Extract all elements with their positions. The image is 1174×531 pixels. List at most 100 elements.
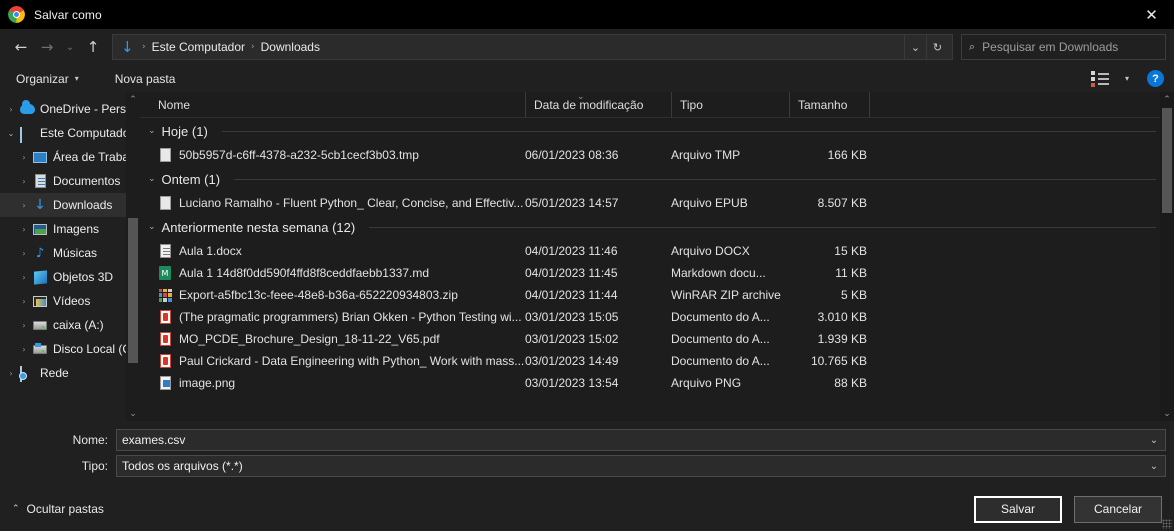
file-size: 166 KB [827,148,867,162]
file-size: 10.765 KB [810,354,867,368]
back-button[interactable]: ← [8,34,34,60]
file-list-scrollbar[interactable]: ⌃ ⌄ [1160,92,1174,421]
sidebar-item-objetos-3d[interactable]: › Objetos 3D [0,265,140,289]
chrome-logo-icon [8,6,25,23]
sidebar-item-este-computador[interactable]: ⌄ Este Computador [0,121,140,145]
forward-button[interactable]: → [34,34,60,60]
expander-icon[interactable]: › [17,225,31,234]
file-name-cell: MO_PCDE_Brochure_Design_18-11-22_V65.pdf [140,331,525,347]
hide-folders-label: Ocultar pastas [26,502,104,516]
file-type: Markdown docu... [671,266,766,280]
table-row[interactable]: Aula 1.docx 04/01/2023 11:46 Arquivo DOCX 1… [140,240,1174,262]
file-list-scrollbar-thumb[interactable] [1162,108,1172,213]
table-row[interactable]: image.png 03/01/2023 13:54 Arquivo PNG 88 K… [140,372,1174,394]
file-type: Documento do A... [671,310,770,324]
filetype-select[interactable]: Todos os arquivos (*.*) ⌄ [116,455,1166,477]
expander-icon[interactable]: › [17,177,31,186]
epub-file-icon [158,195,172,211]
chevron-down-icon[interactable]: ⌄ [1143,435,1165,446]
column-header-type[interactable]: Tipo [671,91,789,118]
scroll-up-icon[interactable]: ⌃ [1160,92,1174,107]
tmp-file-icon [158,147,172,163]
column-header-size[interactable]: Tamanho [789,91,869,118]
sidebar-scrollbar[interactable]: ⌃ ⌄ [126,92,140,421]
scroll-down-icon[interactable]: ⌄ [126,406,140,421]
chevron-down-icon[interactable]: ⌄ [148,126,156,136]
file-size: 8.507 KB [817,196,867,210]
expander-icon[interactable]: › [17,297,31,306]
column-header-date[interactable]: Data de modificação [525,91,671,118]
png-file-icon [158,375,172,391]
help-button[interactable]: ? [1147,70,1164,87]
sidebar-item-m-sicas[interactable]: › ♪ Músicas [0,241,140,265]
expander-icon[interactable]: › [4,105,18,114]
table-row[interactable]: Luciano Ramalho - Fluent Python_ Clear, … [140,192,1174,214]
pictures-icon [31,223,49,235]
sidebar-item-downloads[interactable]: › ↓ Downloads [0,193,140,217]
expander-icon[interactable]: › [4,369,18,378]
expander-icon[interactable]: › [17,321,31,330]
docx-file-icon [158,243,172,259]
group-header[interactable]: ⌄ Hoje (1) [140,118,1174,144]
view-mode-icon[interactable] [1087,69,1113,89]
file-date: 03/01/2023 14:49 [525,354,619,368]
sidebar-item-documentos[interactable]: › Documentos [0,169,140,193]
organize-button[interactable]: Organizar ▾ [10,69,85,89]
hide-folders-button[interactable]: ⌃ Ocultar pastas [12,502,104,516]
group-header[interactable]: ⌄ Ontem (1) [140,166,1174,192]
scroll-up-icon[interactable]: ⌃ [126,92,140,107]
file-name: Luciano Ramalho - Fluent Python_ Clear, … [179,196,524,210]
up-button[interactable]: ↑ [80,34,106,60]
expander-icon[interactable]: › [17,201,31,210]
group-header[interactable]: ⌄ Anteriormente nesta semana (12) [140,214,1174,240]
new-folder-button[interactable]: Nova pasta [109,69,182,89]
table-row[interactable]: 50b5957d-c6ff-4378-a232-5cb1cecf3b03.tmp… [140,144,1174,166]
table-row[interactable]: M Aula 1 14d8f0dd590f4ffd8f8ceddfaebb1337… [140,262,1174,284]
column-header-spacer [869,91,1174,118]
filename-input[interactable] [122,433,1143,447]
close-icon[interactable]: ✕ [1129,0,1174,29]
chevron-down-icon[interactable]: ⌄ [1143,461,1165,472]
filename-field[interactable]: ⌄ [116,429,1166,451]
table-row[interactable]: MO_PCDE_Brochure_Design_18-11-22_V65.pdf… [140,328,1174,350]
breadcrumb-item-computer[interactable]: Este Computador [148,40,249,54]
table-row[interactable]: Export-a5fbc13c-feee-48e8-b36a-652220934… [140,284,1174,306]
file-date: 04/01/2023 11:44 [525,288,618,302]
sidebar-item-caixa-a[interactable]: › caixa (A:) [0,313,140,337]
chevron-down-icon[interactable]: ⌄ [148,174,156,184]
search-input[interactable] [982,40,1158,54]
breadcrumb[interactable]: ↓ › Este Computador › Downloads ⌄ ↻ [112,34,953,60]
expander-icon[interactable]: ⌄ [4,129,18,138]
sidebar-item-rede[interactable]: › Rede [0,361,140,385]
cancel-button[interactable]: Cancelar [1074,495,1162,523]
sidebar-item-rea-de-trabalho[interactable]: › Área de Trabalho [0,145,140,169]
expander-icon[interactable]: › [17,249,31,258]
recent-locations-button[interactable]: ⌄ [60,34,80,60]
table-row[interactable]: Paul Crickard - Data Engineering with Py… [140,350,1174,372]
new-folder-label: Nova pasta [114,71,176,86]
breadcrumb-item-downloads[interactable]: Downloads [257,40,324,54]
button-bar: ⌃ Ocultar pastas Salvar Cancelar [0,487,1174,531]
sidebar-item-onedrive-personal[interactable]: › OneDrive - Personal [0,97,140,121]
refresh-icon[interactable]: ↻ [926,35,948,59]
search-box[interactable]: ⌕ [961,34,1166,60]
expander-icon[interactable]: › [17,273,31,282]
sidebar-item-imagens[interactable]: › Imagens [0,217,140,241]
sidebar-scrollbar-thumb[interactable] [128,218,138,363]
group-label: Anteriormente nesta semana (12) [161,219,356,235]
expander-icon[interactable]: › [17,153,31,162]
window-title: Salvar como [34,7,102,22]
save-button[interactable]: Salvar [974,495,1062,523]
chevron-down-icon[interactable]: ⌄ [148,222,156,232]
view-mode-chevron-down-icon[interactable]: ▾ [1125,74,1129,83]
scroll-down-icon[interactable]: ⌄ [1160,406,1174,421]
chevron-down-icon[interactable]: ⌄ [904,35,926,59]
sidebar-item-disco-local-c[interactable]: › Disco Local (C:) [0,337,140,361]
expander-icon[interactable]: › [17,345,31,354]
resize-grip[interactable] [1162,519,1172,529]
file-size: 15 KB [834,244,867,258]
search-icon: ⌕ [969,40,976,53]
sidebar-item-v-deos[interactable]: › Vídeos [0,289,140,313]
column-header-name[interactable]: Nome [140,92,525,118]
table-row[interactable]: (The pragmatic programmers) Brian Okken … [140,306,1174,328]
